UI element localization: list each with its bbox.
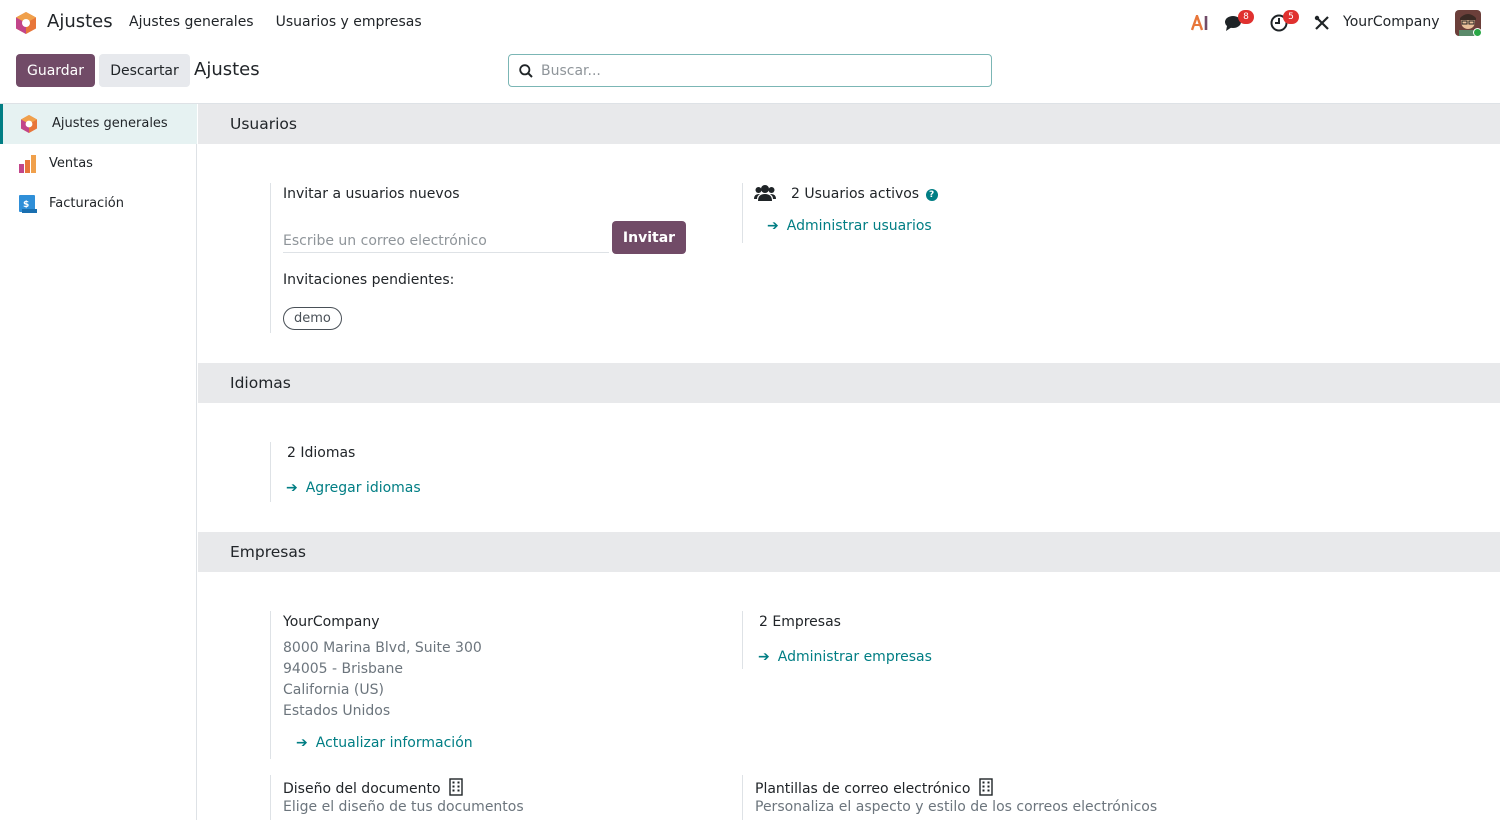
page-title: Ajustes bbox=[194, 59, 260, 80]
tools-icon[interactable] bbox=[1314, 15, 1330, 31]
sales-app-icon bbox=[19, 155, 36, 173]
search-icon bbox=[519, 64, 533, 78]
setting-divider bbox=[270, 442, 271, 502]
app-title[interactable]: Ajustes bbox=[47, 11, 113, 32]
section-header-users: Usuarios bbox=[198, 104, 1500, 144]
update-info-link[interactable]: ➔ Actualizar información bbox=[296, 735, 473, 751]
company-address-line: California (US) bbox=[283, 682, 384, 698]
languages-count: 2 Idiomas bbox=[287, 445, 356, 461]
company-switcher[interactable]: YourCompany bbox=[1343, 14, 1440, 30]
company-address-line: 8000 Marina Blvd, Suite 300 bbox=[283, 640, 482, 656]
top-navbar: Ajustes Ajustes generales Usuarios y emp… bbox=[0, 0, 1500, 46]
document-layout-title: Diseño del documento bbox=[283, 778, 463, 797]
svg-text:$: $ bbox=[23, 200, 29, 210]
sidebar-item-label: Ventas bbox=[49, 156, 93, 171]
setting-divider bbox=[742, 183, 743, 243]
settings-app-icon bbox=[21, 115, 37, 133]
manage-users-link[interactable]: ➔ Administrar usuarios bbox=[767, 218, 932, 234]
menu-general-settings[interactable]: Ajustes generales bbox=[129, 14, 254, 30]
sidebar-item-invoicing[interactable]: $ Facturación bbox=[0, 184, 197, 224]
section-title: Empresas bbox=[230, 543, 306, 561]
pending-invitations-label: Invitaciones pendientes: bbox=[283, 272, 455, 288]
invite-email-input[interactable] bbox=[283, 229, 609, 253]
pending-invitation-tag[interactable]: demo bbox=[283, 307, 342, 330]
arrow-right-icon: ➔ bbox=[286, 480, 298, 496]
setting-divider bbox=[270, 611, 271, 759]
discard-button[interactable]: Descartar bbox=[99, 54, 190, 87]
sidebar-item-sales[interactable]: Ventas bbox=[0, 144, 197, 184]
menu-users-companies[interactable]: Usuarios y empresas bbox=[276, 14, 422, 30]
add-languages-link[interactable]: ➔ Agregar idiomas bbox=[286, 480, 421, 496]
section-header-companies: Empresas bbox=[198, 532, 1500, 572]
section-header-languages: Idiomas bbox=[198, 363, 1500, 403]
sidebar-item-general-settings[interactable]: Ajustes generales bbox=[0, 104, 197, 144]
email-templates-title: Plantillas de correo electrónico bbox=[755, 778, 993, 797]
arrow-right-icon: ➔ bbox=[296, 735, 308, 751]
building-icon bbox=[449, 778, 463, 796]
companies-count: 2 Empresas bbox=[759, 614, 841, 630]
document-layout-desc: Elige el diseño de tus documentos bbox=[283, 799, 524, 815]
setting-divider bbox=[742, 611, 743, 669]
section-title: Usuarios bbox=[230, 115, 297, 133]
setting-divider bbox=[270, 775, 271, 820]
invite-heading: Invitar a usuarios nuevos bbox=[283, 186, 460, 202]
company-address-line: 94005 - Brisbane bbox=[283, 661, 403, 677]
main-menu: Ajustes generales Usuarios y empresas bbox=[129, 14, 422, 30]
arrow-right-icon: ➔ bbox=[767, 218, 779, 234]
company-address-line: Estados Unidos bbox=[283, 703, 391, 719]
setting-divider bbox=[270, 183, 271, 333]
building-icon bbox=[979, 778, 993, 796]
save-button[interactable]: Guardar bbox=[16, 54, 95, 87]
help-icon[interactable]: ? bbox=[925, 189, 938, 201]
search-box[interactable] bbox=[508, 54, 992, 87]
settings-app-icon[interactable] bbox=[15, 11, 37, 35]
section-title: Idiomas bbox=[230, 374, 291, 392]
sidebar-item-label: Ajustes generales bbox=[52, 116, 168, 131]
messages-badge: 8 bbox=[1238, 10, 1254, 24]
ai-icon[interactable] bbox=[1191, 15, 1210, 31]
users-icon bbox=[754, 185, 776, 201]
online-status-indicator bbox=[1473, 28, 1482, 37]
manage-companies-link[interactable]: ➔ Administrar empresas bbox=[758, 649, 932, 665]
setting-divider bbox=[742, 775, 743, 820]
company-name: YourCompany bbox=[283, 614, 380, 630]
email-templates-desc: Personaliza el aspecto y estilo de los c… bbox=[755, 799, 1158, 815]
sidebar-item-label: Facturación bbox=[49, 196, 124, 211]
settings-sidebar: Ajustes generales Ventas $ Facturación bbox=[0, 104, 197, 820]
invoicing-app-icon: $ bbox=[19, 195, 37, 213]
search-input[interactable] bbox=[541, 56, 981, 85]
active-users-count: 2 Usuarios activos ? bbox=[791, 186, 938, 202]
activities-badge: 5 bbox=[1283, 10, 1299, 24]
arrow-right-icon: ➔ bbox=[758, 649, 770, 665]
invite-button[interactable]: Invitar bbox=[612, 221, 686, 254]
